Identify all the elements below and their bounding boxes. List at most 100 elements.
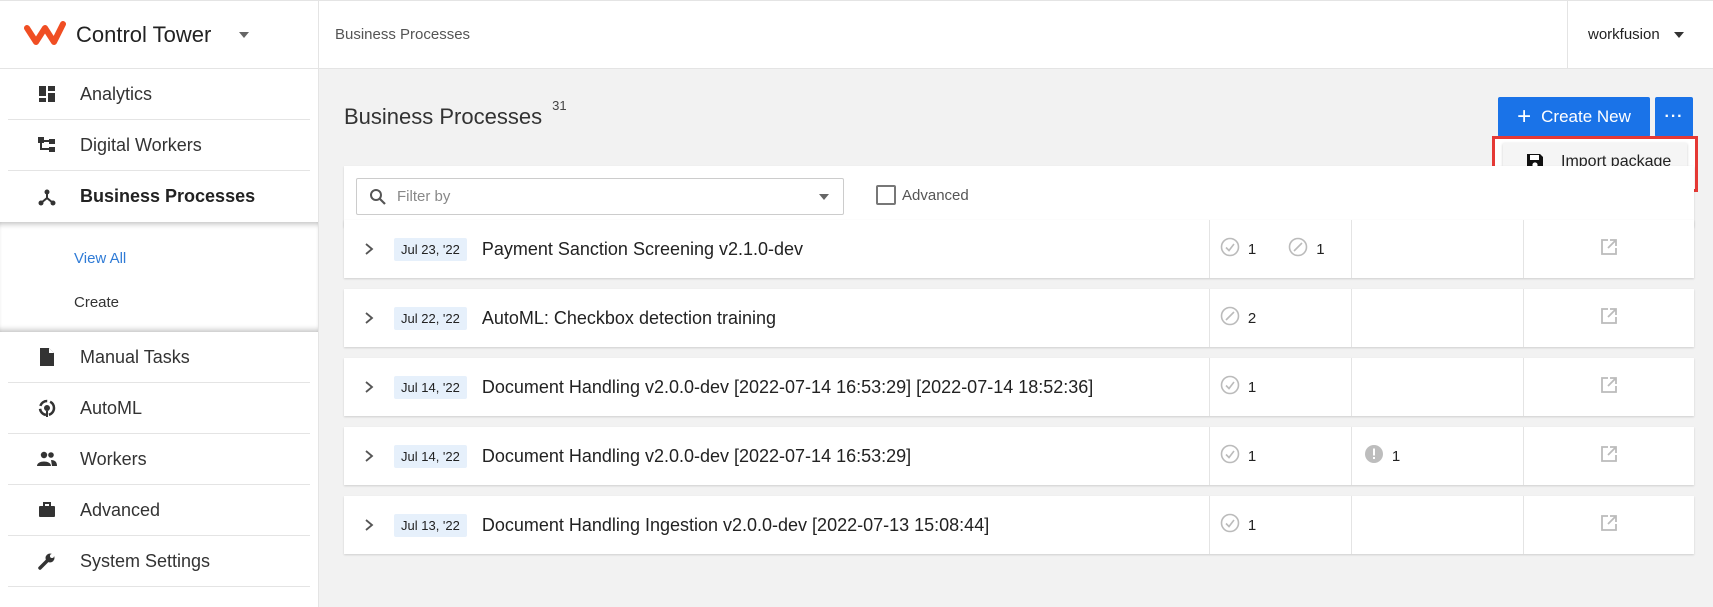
alert-column (1350, 358, 1523, 416)
chevron-down-icon[interactable] (239, 31, 250, 38)
date-badge: Jul 14, '22 (394, 375, 467, 399)
process-row[interactable]: Jul 22, '22 AutoML: Checkbox detection tr… (344, 289, 1694, 347)
wrench-icon (36, 550, 58, 572)
status-count: 2 (1220, 306, 1256, 330)
breadcrumb[interactable]: Business Processes (319, 26, 1567, 43)
process-name[interactable]: Document Handling v2.0.0-dev [2022-07-14… (482, 377, 1209, 398)
filter-placeholder: Filter by (397, 188, 451, 205)
sidebar-item-analytics[interactable]: Analytics (8, 69, 310, 120)
sidebar-item-label: System Settings (80, 550, 211, 571)
workfusion-logo-icon (24, 20, 66, 45)
alert-column (1350, 289, 1523, 347)
sidebar-item-label: Workers (80, 448, 147, 469)
page-title: Business Processes (344, 104, 543, 129)
sidebar-item-digital-workers[interactable]: Digital Workers (8, 120, 310, 171)
user-name: workfusion (1588, 26, 1660, 43)
date-badge: Jul 14, '22 (394, 444, 467, 468)
expand-chevron-icon[interactable] (344, 518, 394, 532)
status-icon (1220, 444, 1240, 468)
alert-count-value: 1 (1391, 447, 1401, 465)
app-title: Control Tower (76, 21, 212, 47)
sidebar-item-label: Advanced (80, 499, 161, 520)
status-column: 2 (1208, 289, 1351, 347)
subnav-view-all[interactable]: View All (0, 236, 318, 280)
status-column: 1 (1208, 427, 1351, 485)
alert-column: 1 (1350, 427, 1523, 485)
automl-icon (36, 397, 58, 419)
open-external-icon[interactable] (1599, 513, 1619, 538)
status-count: 1 (1288, 237, 1325, 261)
create-new-button[interactable]: + Create New (1498, 97, 1650, 137)
status-count-value: 1 (1247, 516, 1257, 534)
user-menu[interactable]: workfusion (1567, 1, 1713, 68)
status-count-value: 2 (1247, 309, 1257, 327)
sidebar-item-advanced[interactable]: Advanced (8, 485, 310, 536)
open-column (1522, 358, 1694, 416)
open-column (1522, 289, 1694, 347)
status-column: 1 (1208, 496, 1351, 554)
sidebar-item-automl[interactable]: AutoML (8, 383, 310, 434)
sidebar-item-business-processes[interactable]: Business Processes (8, 171, 310, 222)
process-row[interactable]: Jul 14, '22 Document Handling v2.0.0-dev … (344, 427, 1694, 485)
process-row[interactable]: Jul 23, '22 Payment Sanction Screening v2… (344, 220, 1694, 278)
expand-chevron-icon[interactable] (344, 311, 394, 325)
open-column (1522, 220, 1694, 278)
status-icon (1288, 237, 1308, 261)
process-row[interactable]: Jul 13, '22 Document Handling Ingestion v… (344, 496, 1694, 554)
top-bar: Business Processes workfusion (319, 0, 1713, 69)
sidebar: Control Tower Analytics Digital Workers … (0, 0, 319, 607)
sidebar-item-label: Business Processes (80, 186, 256, 206)
page-header: Business Processes 31 (344, 98, 567, 130)
sidebar-item-label: Analytics (80, 83, 153, 104)
analytics-icon (36, 83, 58, 105)
subnav: View All Create (0, 222, 318, 332)
process-name[interactable]: AutoML: Checkbox detection training (482, 308, 1209, 329)
plus-icon: + (1517, 103, 1532, 130)
document-icon (36, 346, 58, 368)
advanced-checkbox[interactable]: Advanced (876, 185, 969, 205)
advanced-label: Advanced (902, 186, 969, 204)
process-row[interactable]: Jul 14, '22 Document Handling v2.0.0-dev … (344, 358, 1694, 416)
sidebar-item-manual-tasks[interactable]: Manual Tasks (8, 332, 310, 383)
filter-input[interactable]: Filter by (356, 178, 844, 215)
search-icon (370, 188, 386, 205)
chevron-down-icon[interactable] (819, 193, 829, 200)
business-processes-icon (36, 186, 58, 208)
checkbox-icon[interactable] (876, 185, 896, 205)
status-count-value: 1 (1247, 447, 1257, 465)
process-count: 31 (552, 98, 567, 113)
status-icon (1220, 375, 1240, 399)
status-icon (1220, 237, 1240, 261)
chevron-down-icon (1673, 31, 1684, 38)
alert-column (1350, 496, 1523, 554)
expand-chevron-icon[interactable] (344, 242, 394, 256)
alert-icon (1364, 444, 1384, 468)
open-external-icon[interactable] (1599, 306, 1619, 331)
sidebar-item-label: Manual Tasks (80, 346, 190, 367)
more-actions-button[interactable]: ··· (1655, 97, 1693, 137)
process-name[interactable]: Document Handling Ingestion v2.0.0-dev [… (482, 515, 1209, 536)
date-badge: Jul 13, '22 (394, 513, 467, 537)
subnav-create[interactable]: Create (0, 280, 318, 324)
status-count-value: 1 (1316, 240, 1325, 258)
filter-bar: Filter by Advanced (344, 166, 1694, 227)
process-name[interactable]: Document Handling v2.0.0-dev [2022-07-14… (482, 446, 1209, 467)
expand-chevron-icon[interactable] (344, 449, 394, 463)
status-column: 11 (1208, 220, 1351, 278)
alert-count: 1 (1364, 444, 1400, 468)
sidebar-item-label: Digital Workers (80, 134, 202, 155)
open-external-icon[interactable] (1599, 237, 1619, 262)
status-count: 1 (1220, 513, 1256, 537)
app-switcher[interactable]: Control Tower (0, 0, 318, 69)
status-count: 1 (1220, 375, 1256, 399)
sidebar-item-workers[interactable]: Workers (8, 434, 310, 485)
open-external-icon[interactable] (1599, 375, 1619, 400)
sidebar-item-system-settings[interactable]: System Settings (8, 536, 310, 587)
status-count-value: 1 (1247, 240, 1257, 258)
main-content: Business Processes 31 + Create New ··· I… (319, 69, 1713, 607)
process-name[interactable]: Payment Sanction Screening v2.1.0-dev (482, 239, 1209, 260)
open-external-icon[interactable] (1599, 444, 1619, 469)
expand-chevron-icon[interactable] (344, 380, 394, 394)
status-count: 1 (1220, 237, 1256, 261)
briefcase-icon (36, 499, 58, 521)
